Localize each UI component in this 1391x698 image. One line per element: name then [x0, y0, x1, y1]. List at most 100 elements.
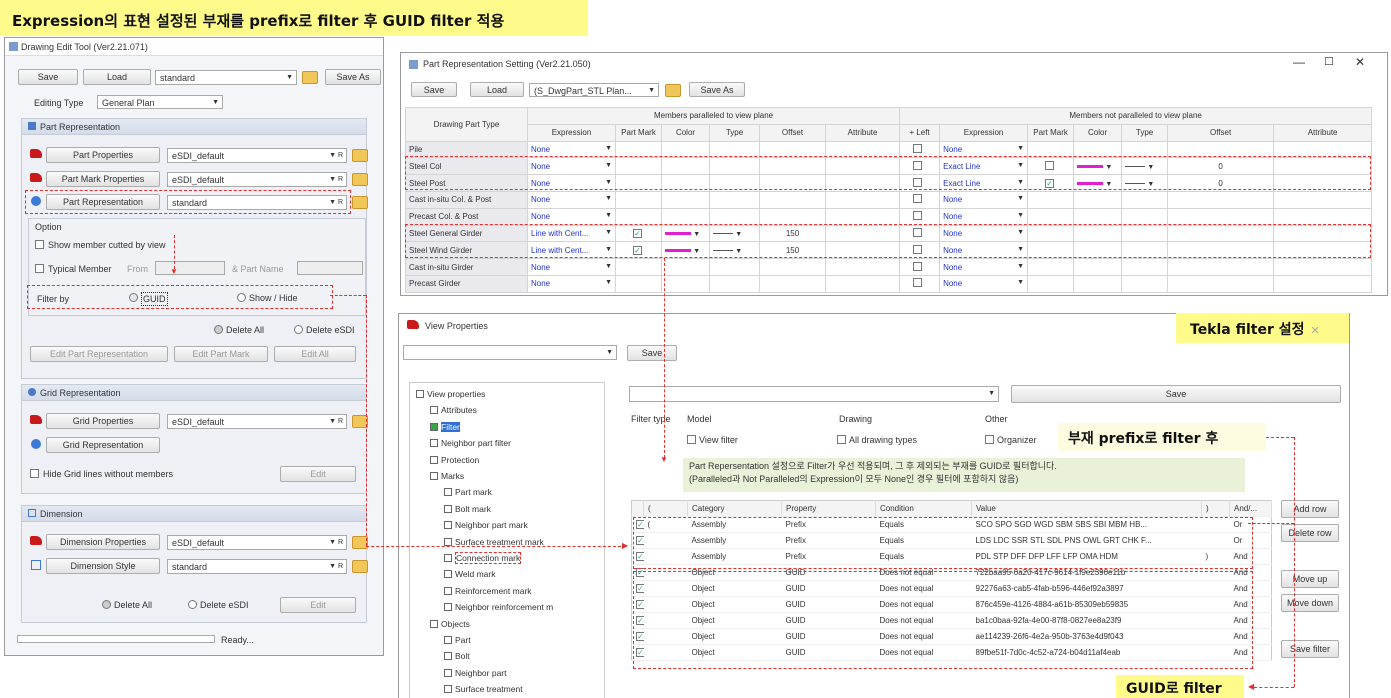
- tree-checkbox[interactable]: [430, 455, 438, 464]
- part-mark-cell[interactable]: [615, 258, 662, 276]
- tree-item[interactable]: Neighbor part: [444, 668, 507, 679]
- tree-checkbox[interactable]: [444, 521, 452, 530]
- view-filter-checkbox[interactable]: [687, 435, 696, 444]
- tree-checkbox[interactable]: [444, 554, 452, 562]
- typical-member-checkbox[interactable]: [35, 264, 44, 273]
- part-mark-select[interactable]: eSDI_default ▼ R: [167, 172, 347, 187]
- load-button[interactable]: Load: [83, 69, 151, 85]
- color-cell[interactable]: [661, 207, 710, 226]
- delete-all-radio[interactable]: [214, 325, 223, 334]
- folder-icon[interactable]: [352, 560, 368, 573]
- expression-select[interactable]: None ▼: [939, 207, 1029, 226]
- expression-select[interactable]: None ▼: [527, 258, 616, 276]
- attribute-cell[interactable]: [824, 258, 901, 276]
- grid-edit-button[interactable]: Edit: [280, 466, 356, 482]
- part-mark-cell[interactable]: [1027, 190, 1075, 209]
- organizer-checkbox[interactable]: [985, 435, 994, 444]
- expression-select[interactable]: None ▼: [527, 207, 616, 226]
- part-name-input[interactable]: [297, 261, 363, 275]
- grid-properties-button[interactable]: Grid Properties: [46, 413, 160, 429]
- save-button[interactable]: Save: [18, 69, 78, 85]
- folder-icon[interactable]: [302, 71, 318, 84]
- tree-item[interactable]: Part: [444, 635, 471, 646]
- type-cell[interactable]: [1121, 274, 1169, 293]
- dimension-properties-button[interactable]: Dimension Properties: [46, 534, 160, 550]
- tree-checkbox[interactable]: [416, 390, 424, 398]
- attribute-cell[interactable]: [1273, 190, 1373, 209]
- editing-type-select[interactable]: General Plan ▼: [97, 95, 223, 109]
- show-cut-checkbox[interactable]: [35, 240, 44, 249]
- attribute-cell[interactable]: [824, 274, 901, 293]
- color-cell[interactable]: [661, 274, 710, 293]
- tree-checkbox[interactable]: [444, 685, 452, 694]
- attribute-cell[interactable]: [1273, 207, 1373, 226]
- add-row-button[interactable]: Add row: [1281, 500, 1339, 518]
- minimize-icon[interactable]: —: [1293, 56, 1305, 68]
- color-cell[interactable]: [661, 258, 710, 276]
- attribute-cell[interactable]: [824, 190, 901, 209]
- type-cell[interactable]: [709, 258, 760, 276]
- tree-item[interactable]: Neighbor part filter: [430, 438, 511, 449]
- tree-checkbox[interactable]: [444, 603, 452, 612]
- part-properties-select[interactable]: eSDI_default ▼ R: [167, 148, 347, 163]
- tree-item[interactable]: Neighbor reinforcement m: [444, 602, 553, 613]
- left-checkbox-cell[interactable]: [899, 258, 941, 276]
- type-cell[interactable]: [1121, 190, 1169, 209]
- tree-checkbox[interactable]: [444, 668, 452, 677]
- hide-grid-checkbox[interactable]: [30, 469, 39, 478]
- folder-icon[interactable]: [352, 196, 368, 209]
- tree-item[interactable]: View properties: [416, 389, 485, 400]
- delete-esdi-radio[interactable]: [294, 325, 303, 334]
- load-button[interactable]: Load: [470, 82, 524, 97]
- part-mark-cell[interactable]: [1027, 258, 1075, 276]
- tree-checkbox[interactable]: [444, 570, 452, 579]
- color-cell[interactable]: [1073, 190, 1123, 209]
- delete-all-radio[interactable]: [102, 600, 111, 609]
- expression-select[interactable]: None ▼: [939, 258, 1029, 276]
- part-mark-cell[interactable]: [1027, 274, 1075, 293]
- type-cell[interactable]: [1121, 207, 1169, 226]
- save-as-button[interactable]: Save As: [325, 69, 381, 85]
- dimension-properties-select[interactable]: eSDI_default ▼ R: [167, 535, 347, 550]
- offset-cell[interactable]: [759, 274, 826, 293]
- part-mark-cell[interactable]: [615, 207, 662, 226]
- color-cell[interactable]: [1073, 258, 1123, 276]
- tree-item[interactable]: Connection mark: [444, 552, 522, 564]
- tree-item[interactable]: Weld mark: [444, 569, 495, 580]
- view-attr-select[interactable]: ▼: [403, 345, 617, 360]
- tree-item[interactable]: Neighbor part mark: [444, 520, 528, 531]
- tree-item[interactable]: Filter: [430, 421, 460, 433]
- move-up-button[interactable]: Move up: [1281, 570, 1339, 588]
- tree-checkbox[interactable]: [430, 439, 438, 448]
- edit-part-rep-button[interactable]: Edit Part Representation: [30, 346, 168, 362]
- from-input[interactable]: [155, 261, 225, 275]
- folder-icon[interactable]: [352, 173, 368, 186]
- part-mark-properties-button[interactable]: Part Mark Properties: [46, 171, 160, 187]
- tree-checkbox[interactable]: [430, 422, 438, 431]
- dimension-style-button[interactable]: Dimension Style: [46, 558, 160, 574]
- all-drawing-types-checkbox[interactable]: [837, 435, 846, 444]
- type-cell[interactable]: [709, 274, 760, 293]
- offset-cell[interactable]: [1167, 190, 1275, 209]
- save-filter-button[interactable]: Save filter: [1281, 640, 1339, 658]
- part-properties-button[interactable]: Part Properties: [46, 147, 160, 163]
- save-button[interactable]: Save: [627, 345, 677, 361]
- close-icon[interactable]: ✕: [1355, 56, 1365, 68]
- tree-checkbox[interactable]: [430, 619, 438, 628]
- color-cell[interactable]: [1073, 274, 1123, 293]
- left-checkbox-cell[interactable]: [899, 190, 941, 209]
- part-mark-cell[interactable]: [615, 274, 662, 293]
- grid-representation-button[interactable]: Grid Representation: [46, 437, 160, 453]
- filter-select[interactable]: ▼: [629, 386, 999, 402]
- dimension-edit-button[interactable]: Edit: [280, 597, 356, 613]
- preset-select[interactable]: standard ▼: [155, 70, 297, 85]
- delete-row-button[interactable]: Delete row: [1281, 524, 1339, 542]
- tree-item[interactable]: Bolt: [444, 651, 470, 662]
- tree-item[interactable]: Marks: [430, 471, 464, 482]
- expression-select[interactable]: None ▼: [939, 190, 1029, 209]
- part-mark-cell[interactable]: [1027, 207, 1075, 226]
- close-icon[interactable]: ✕: [1311, 324, 1320, 337]
- move-down-button[interactable]: Move down: [1281, 594, 1339, 612]
- tree-checkbox[interactable]: [444, 636, 452, 644]
- offset-cell[interactable]: [1167, 274, 1275, 293]
